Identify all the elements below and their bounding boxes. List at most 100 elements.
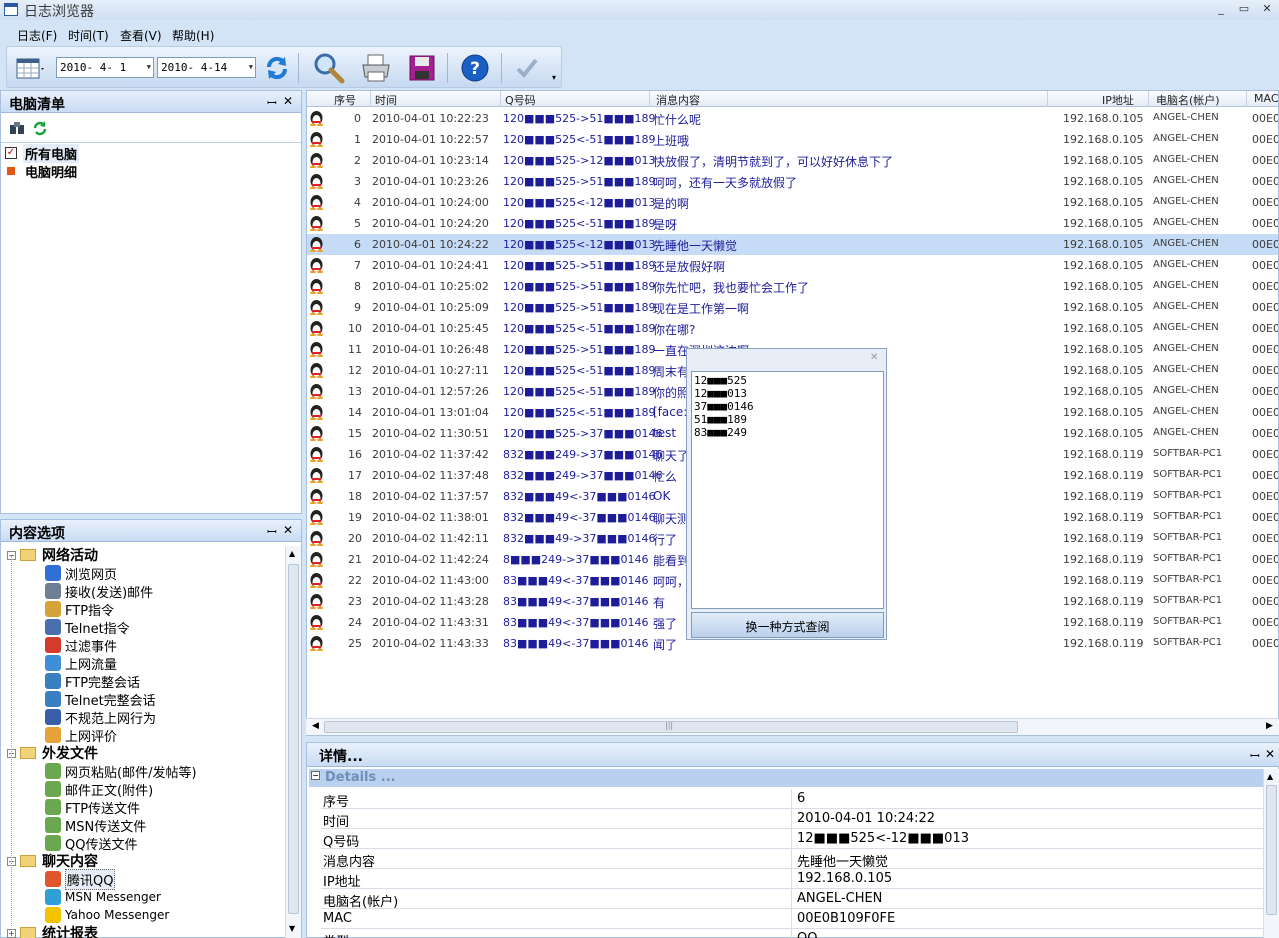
- detail-row[interactable]: 序号 6: [321, 789, 1263, 810]
- tree-computer-details[interactable]: 电脑明细: [7, 162, 77, 181]
- collapse-icon[interactable]: −: [311, 771, 320, 780]
- grid-horizontal-scrollbar[interactable]: ◀ ||| ▶: [306, 718, 1279, 735]
- detail-row[interactable]: 消息内容 先睡他一天懒觉: [321, 849, 1263, 870]
- mark-button[interactable]: [510, 51, 544, 85]
- tree-item[interactable]: MSN Messenger: [45, 888, 161, 906]
- detail-row[interactable]: 电脑名(帐户) ANGEL-CHEN: [321, 889, 1263, 910]
- calendar-button[interactable]: [13, 51, 47, 85]
- pin-icon[interactable]: ꟷ: [267, 523, 277, 540]
- cell-message: 先睡他一天懒觉: [653, 239, 738, 253]
- table-row[interactable]: 2 2010-04-01 10:23:14 120■■■525->12■■■013 快…: [307, 150, 1278, 171]
- tree-item[interactable]: FTP指令: [45, 600, 114, 619]
- maximize-button[interactable]: ▭: [1236, 2, 1252, 16]
- qq-penguin-icon: [310, 510, 323, 525]
- menu-view[interactable]: 查看(V): [120, 27, 162, 44]
- qq-penguin-icon: [310, 384, 323, 399]
- tree-item[interactable]: 网页粘贴(邮件/发帖等): [45, 762, 197, 781]
- col-computer[interactable]: 电脑名(帐户): [1156, 92, 1220, 108]
- col-qq[interactable]: Q号码: [505, 92, 536, 108]
- qq-number-item[interactable]: 51■■■189: [694, 413, 883, 426]
- tree-group-label: 外发文件: [42, 746, 98, 762]
- table-row[interactable]: 9 2010-04-01 10:25:09 120■■■525->51■■■189 现…: [307, 297, 1278, 318]
- save-button[interactable]: [405, 51, 439, 85]
- qq-number-item[interactable]: 12■■■525: [694, 374, 883, 387]
- details-group[interactable]: − Details ...: [309, 769, 1263, 787]
- help-button[interactable]: ?: [458, 51, 492, 85]
- table-row[interactable]: 3 2010-04-01 10:23:26 120■■■525->51■■■189 呵…: [307, 171, 1278, 192]
- switch-view-button[interactable]: 换一种方式查阅: [691, 612, 884, 638]
- close-button[interactable]: ✕: [1259, 2, 1275, 16]
- checkbox-icon[interactable]: ✓: [5, 147, 17, 159]
- tree-item[interactable]: Telnet完整会话: [45, 690, 156, 709]
- col-message[interactable]: 消息内容: [656, 92, 700, 108]
- filter-error-icon: [45, 637, 61, 653]
- tree-item[interactable]: 腾讯QQ: [45, 868, 116, 890]
- tree-item[interactable]: QQ传送文件: [45, 834, 137, 853]
- table-row[interactable]: 10 2010-04-01 10:25:45 120■■■525<-51■■■189…: [307, 318, 1278, 339]
- calendar-icon: [16, 58, 44, 79]
- qq-number-item[interactable]: 12■■■013: [694, 387, 883, 400]
- detail-value: QQ: [797, 931, 817, 938]
- search-button[interactable]: [312, 51, 346, 85]
- tree-item[interactable]: 浏览网页: [45, 564, 117, 583]
- qq-number-item[interactable]: 83■■■249: [694, 426, 883, 439]
- close-icon[interactable]: ✕: [283, 523, 293, 537]
- date-to-value: 2010- 4-14: [161, 61, 228, 74]
- find-icon[interactable]: [9, 121, 25, 138]
- tree-group[interactable]: − 聊天内容: [7, 852, 98, 870]
- tree-group[interactable]: − 外发文件: [7, 744, 98, 762]
- detail-row[interactable]: IP地址 192.168.0.105: [321, 869, 1263, 890]
- tree-item[interactable]: FTP完整会话: [45, 672, 140, 691]
- minimize-button[interactable]: _: [1213, 2, 1229, 16]
- pin-icon[interactable]: ꟷ: [1250, 747, 1260, 764]
- print-button[interactable]: [359, 51, 393, 85]
- menu-log[interactable]: 日志(F): [17, 27, 57, 44]
- qq-number-item[interactable]: 37■■■0146: [694, 400, 883, 413]
- table-row[interactable]: 4 2010-04-01 10:24:00 120■■■525<-12■■■013 是…: [307, 192, 1278, 213]
- tree-item[interactable]: 邮件正文(附件): [45, 780, 153, 799]
- table-row[interactable]: 1 2010-04-01 10:22:57 120■■■525<-51■■■189 上…: [307, 129, 1278, 150]
- col-ip[interactable]: IP地址: [1102, 92, 1134, 108]
- cell-index: 4: [354, 196, 361, 209]
- tree-item[interactable]: 上网评价: [45, 726, 117, 745]
- table-row[interactable]: 8 2010-04-01 10:25:02 120■■■525->51■■■189 你…: [307, 276, 1278, 297]
- tree-item[interactable]: 接收(发送)邮件: [45, 582, 153, 601]
- close-icon[interactable]: ✕: [1265, 747, 1275, 761]
- tree-item[interactable]: FTP传送文件: [45, 798, 140, 817]
- pin-icon[interactable]: ꟷ: [267, 94, 277, 111]
- tree-group[interactable]: − 网络活动: [7, 546, 98, 564]
- col-index[interactable]: 序号: [334, 92, 356, 108]
- qq-number-list[interactable]: 12■■■525 12■■■013 37■■■0146 51■■■189 83■…: [691, 371, 884, 609]
- content-tree-scrollbar[interactable]: ▲ ▼: [285, 546, 301, 938]
- toolbar-overflow-icon[interactable]: ▾: [552, 73, 556, 82]
- table-row[interactable]: 6 2010-04-01 10:24:22 120■■■525<-12■■■013 先…: [307, 234, 1278, 255]
- details-scrollbar[interactable]: ▲: [1263, 769, 1279, 938]
- col-mac[interactable]: MAC: [1254, 92, 1278, 105]
- tree-item[interactable]: 不规范上网行为: [45, 708, 156, 727]
- menu-help[interactable]: 帮助(H): [172, 27, 214, 44]
- table-row[interactable]: 7 2010-04-01 10:24:41 120■■■525->51■■■189 还…: [307, 255, 1278, 276]
- refresh-small-icon[interactable]: [32, 120, 48, 139]
- tree-all-computers[interactable]: ✓ 所有电脑: [5, 143, 80, 163]
- table-row[interactable]: 0 2010-04-01 10:22:23 120■■■525->51■■■189 忙…: [307, 108, 1278, 129]
- tree-item[interactable]: MSN传送文件: [45, 816, 146, 835]
- table-row[interactable]: 5 2010-04-01 10:24:20 120■■■525<-51■■■189 是…: [307, 213, 1278, 234]
- expander-icon[interactable]: +: [7, 928, 16, 938]
- tree-item[interactable]: 上网流量: [45, 654, 117, 673]
- tree-group[interactable]: + 统计报表: [7, 924, 98, 938]
- detail-row[interactable]: 时间 2010-04-01 10:24:22: [321, 809, 1263, 830]
- close-icon[interactable]: ✕: [283, 94, 293, 108]
- col-time[interactable]: 时间: [375, 92, 397, 108]
- date-to-picker[interactable]: 2010- 4-14 ▼: [157, 57, 256, 78]
- menu-time[interactable]: 时间(T): [68, 27, 109, 44]
- detail-row[interactable]: Q号码 12■■■525<-12■■■013: [321, 829, 1263, 850]
- detail-row[interactable]: 类型 QQ: [321, 929, 1263, 938]
- content-tree: − 网络活动 浏览网页 接收(发送)邮件 FTP指令 Telnet指令 过滤事件 上网流量 FT…: [1, 544, 284, 938]
- date-from-picker[interactable]: 2010- 4- 1 ▼: [56, 57, 154, 78]
- tree-item[interactable]: 过滤事件: [45, 636, 117, 655]
- refresh-button[interactable]: [260, 51, 294, 85]
- tree-item[interactable]: Yahoo Messenger: [45, 906, 169, 924]
- popup-close-icon[interactable]: ✕: [870, 352, 878, 363]
- tree-item[interactable]: Telnet指令: [45, 618, 130, 637]
- detail-row[interactable]: MAC 00E0B109F0FE: [321, 909, 1263, 929]
